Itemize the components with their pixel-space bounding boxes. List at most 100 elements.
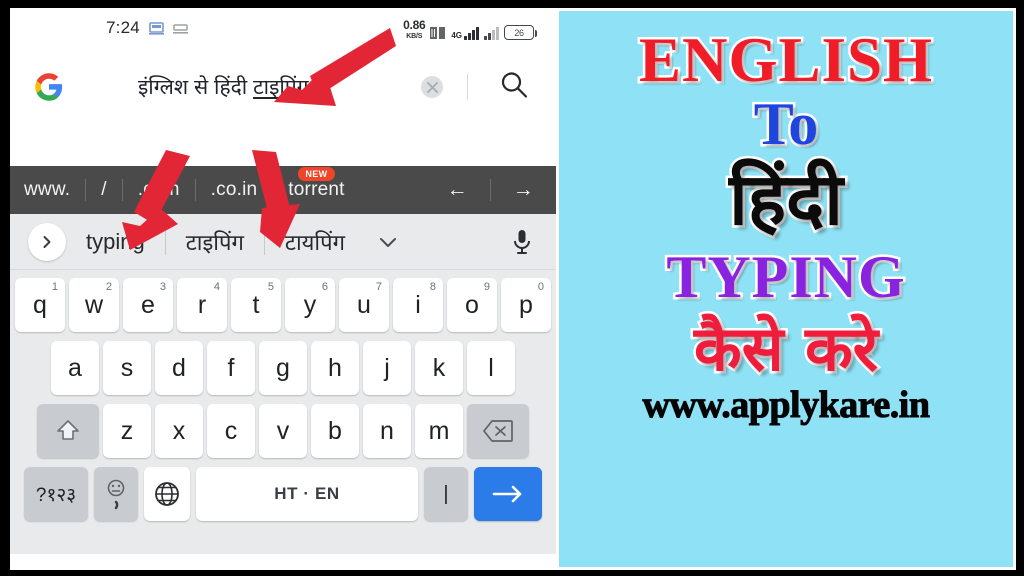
search-query-text[interactable]: इंग्लिश से हिंदी टाइपिंग: [138, 73, 309, 101]
search-query-underlined: टाइपिंग: [253, 76, 309, 99]
key-r[interactable]: 4r: [177, 278, 227, 332]
key-y-label: y: [303, 290, 317, 319]
key-o-number: 9: [483, 281, 490, 293]
emoji-comma-icon[interactable]: [94, 467, 138, 521]
key-k[interactable]: k: [415, 341, 463, 395]
key-w-number: 2: [105, 281, 112, 293]
key-c[interactable]: c: [207, 404, 255, 458]
url-shortcut-coin[interactable]: .co.in: [196, 179, 273, 201]
key-w[interactable]: 2w: [69, 278, 119, 332]
key-i[interactable]: 8i: [393, 278, 443, 332]
key-q[interactable]: 1q: [15, 278, 65, 332]
chevron-right-icon[interactable]: [28, 222, 66, 261]
key-l[interactable]: l: [467, 341, 515, 395]
key-r-number: 4: [213, 281, 220, 293]
google-g-logo-icon: [34, 72, 64, 102]
key-u-label: u: [357, 290, 371, 319]
enter-arrow-icon[interactable]: [474, 467, 542, 521]
key-e-label: e: [141, 290, 155, 319]
key-q-number: 1: [51, 281, 58, 293]
key-z[interactable]: z: [103, 404, 151, 458]
url-shortcut-torrent[interactable]: NEW torrent: [273, 167, 359, 201]
key-i-label: i: [415, 290, 421, 319]
key-t-label: t: [252, 290, 260, 319]
key-g[interactable]: g: [259, 341, 307, 395]
key-e-number: 3: [159, 281, 166, 293]
key-q-label: q: [33, 290, 47, 319]
microphone-icon[interactable]: [510, 228, 534, 256]
key-e[interactable]: 3e: [123, 278, 173, 332]
keyboard-row-4: ?१२३ HT · EN |: [14, 467, 552, 521]
poster-title-kaise-kare: कैसे करे: [691, 310, 880, 387]
url-shortcut-torrent-label: torrent: [288, 179, 345, 200]
spacebar[interactable]: HT · EN: [196, 467, 418, 521]
notification-icon-2: [172, 22, 188, 35]
data-speed-indicator: 0.86 KB/S: [403, 17, 425, 40]
key-f[interactable]: f: [207, 341, 255, 395]
network-type-label: 4G: [451, 31, 462, 40]
key-t[interactable]: 5t: [231, 278, 281, 332]
key-m[interactable]: m: [415, 404, 463, 458]
pipe-key[interactable]: |: [424, 467, 468, 521]
keyboard-bottom-spacer: [14, 521, 552, 527]
status-bar-right: 0.86 KB/S 4G 26: [403, 17, 537, 40]
phone-screenshot: 7:24 0.86 KB/S 4G 26 इंग्लिश से हिंदी टा…: [10, 8, 556, 570]
shift-icon[interactable]: [37, 404, 99, 458]
key-d[interactable]: d: [155, 341, 203, 395]
url-shortcut-strip: www. / .com .co.in NEW torrent ← →: [10, 166, 556, 214]
key-b[interactable]: b: [311, 404, 359, 458]
key-o[interactable]: 9o: [447, 278, 497, 332]
symbols-key[interactable]: ?१२३: [24, 467, 88, 521]
suggestion-taiping[interactable]: टाइपिंग: [166, 227, 264, 257]
poster-title-to: To: [751, 91, 820, 157]
key-i-number: 8: [429, 281, 436, 293]
globe-language-icon[interactable]: [144, 467, 190, 521]
google-search-bar[interactable]: इंग्लिश से हिंदी टाइपिंग: [10, 52, 556, 122]
url-shortcut-slash[interactable]: /: [86, 179, 121, 201]
keyboard-row-3: z x c v b n m: [14, 404, 552, 458]
url-strip-nav: ← →: [425, 178, 556, 202]
back-arrow-icon[interactable]: ←: [425, 178, 490, 202]
status-bar-left: 7:24: [106, 18, 188, 38]
key-x[interactable]: x: [155, 404, 203, 458]
keyboard-row-1: 1q 2w 3e 4r 5t 6y 7u 8i 9o 0p: [14, 278, 552, 332]
battery-percent-label: 26: [514, 27, 524, 38]
status-bar: 7:24 0.86 KB/S 4G 26: [10, 8, 556, 52]
search-query-prefix: इंग्लिश से हिंदी: [138, 76, 254, 99]
key-p[interactable]: 0p: [501, 278, 551, 332]
keyboard-suggestion-strip: typing टाइपिंग टायपिंग: [10, 214, 556, 270]
poster-website-url: www.applykare.in: [642, 384, 930, 427]
key-y-number: 6: [321, 281, 328, 293]
key-h[interactable]: h: [311, 341, 359, 395]
key-n[interactable]: n: [363, 404, 411, 458]
notification-icon-1: [148, 21, 164, 35]
suggestion-typing[interactable]: typing: [66, 229, 165, 255]
signal-strength-icon-secondary: [484, 27, 499, 40]
on-screen-keyboard: 1q 2w 3e 4r 5t 6y 7u 8i 9o 0p a s d f g …: [10, 270, 556, 554]
url-shortcut-com[interactable]: .com: [123, 179, 195, 201]
poster-title-typing: TYPING: [664, 243, 907, 310]
poster-title-hindi: हिंदी: [727, 155, 846, 243]
key-s[interactable]: s: [103, 341, 151, 395]
key-v[interactable]: v: [259, 404, 307, 458]
key-u[interactable]: 7u: [339, 278, 389, 332]
backspace-icon[interactable]: [467, 404, 529, 458]
key-t-number: 5: [267, 281, 274, 293]
key-o-label: o: [465, 290, 479, 319]
forward-arrow-icon[interactable]: →: [491, 178, 556, 202]
status-clock: 7:24: [106, 18, 140, 37]
search-icon[interactable]: [500, 71, 528, 104]
key-a[interactable]: a: [51, 341, 99, 395]
key-y[interactable]: 6y: [285, 278, 335, 332]
key-p-label: p: [519, 290, 533, 319]
key-u-number: 7: [375, 281, 382, 293]
search-divider: [467, 74, 468, 100]
url-shortcut-www[interactable]: www.: [10, 179, 85, 201]
key-j[interactable]: j: [363, 341, 411, 395]
poster-title-english: ENGLISH: [636, 25, 934, 95]
clear-icon[interactable]: [421, 76, 443, 98]
chevron-down-icon[interactable]: [375, 229, 401, 255]
thumbnail-poster: ENGLISH To हिंदी TYPING कैसे करे www.app…: [556, 8, 1016, 570]
suggestion-tayping[interactable]: टायपिंग: [265, 227, 365, 257]
sim-card-icon: [430, 26, 446, 40]
